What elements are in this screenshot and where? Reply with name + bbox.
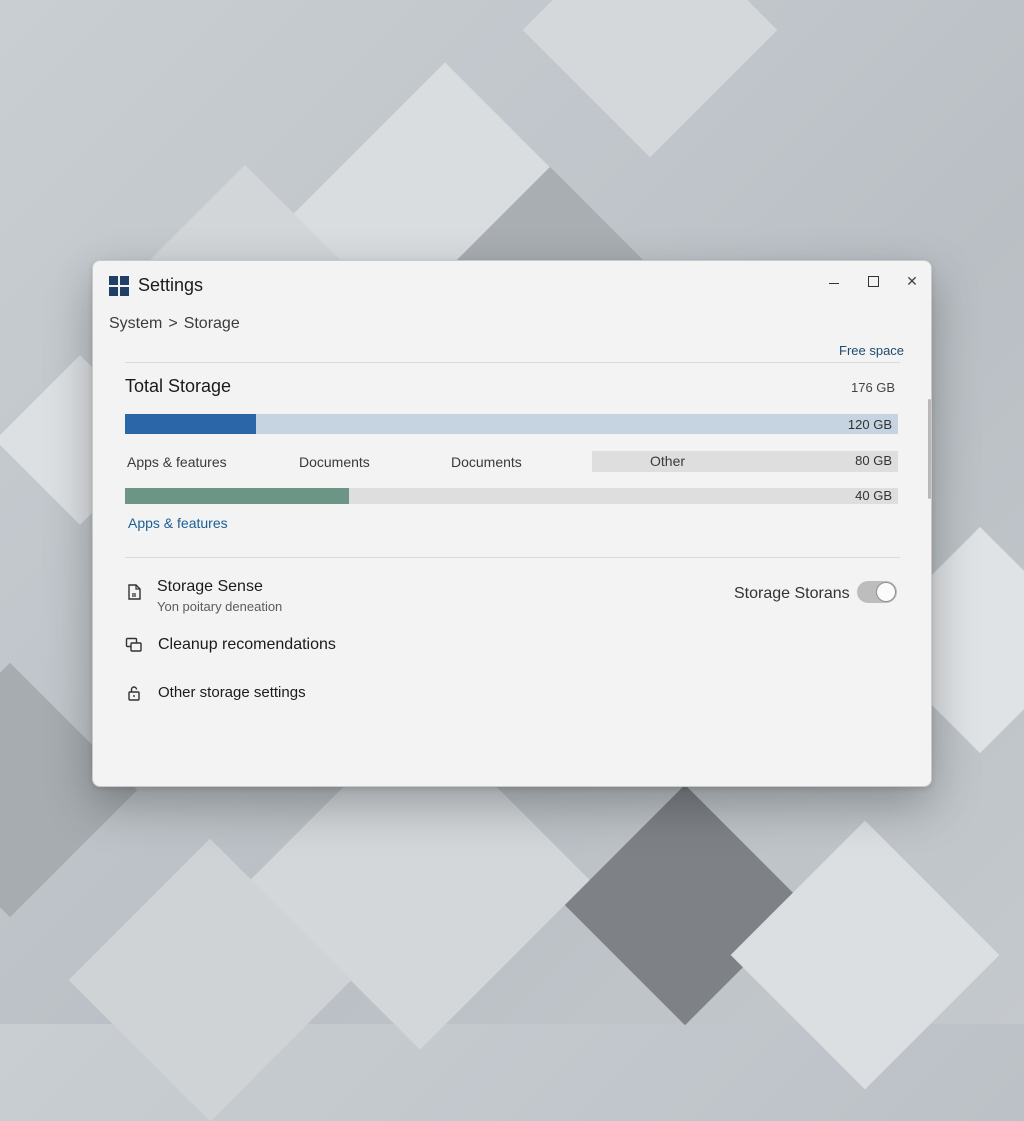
storage-usage-label: 120 GB	[847, 417, 892, 432]
toggle-knob	[877, 583, 895, 601]
background-shape	[730, 820, 1000, 1090]
cleanup-recommendations-link[interactable]: Cleanup recomendations	[158, 636, 336, 654]
storage-usage-bar: 120 GB	[125, 414, 898, 434]
background-shape	[522, 0, 778, 158]
scrollbar[interactable]	[928, 399, 931, 499]
maximize-icon	[867, 275, 879, 287]
secondary-usage-bar: 40 GB	[125, 488, 898, 504]
close-icon: ✕	[906, 272, 918, 289]
breadcrumb-system[interactable]: System	[109, 315, 162, 332]
other-storage-settings-link[interactable]: Other storage settings	[158, 684, 306, 701]
storage-sense-subtitle: Yon poitary deneation	[157, 599, 283, 614]
total-storage-title: Total Storage	[125, 376, 232, 396]
category-other-value: 80 GB	[855, 453, 892, 468]
divider	[125, 362, 900, 363]
minimize-button[interactable]	[817, 267, 851, 295]
document-icon	[128, 584, 141, 600]
free-space-label: Free space	[839, 343, 905, 358]
copy-icon	[125, 637, 142, 652]
close-button[interactable]: ✕	[895, 267, 929, 295]
storage-sense-title[interactable]: Storage Sense	[157, 578, 263, 596]
settings-window: Settings ✕ System > Storage Free space Tot…	[92, 260, 932, 787]
storage-sense-toggle-label: Storage Storans	[734, 585, 850, 602]
category-documents-2: Documents	[451, 454, 522, 470]
total-storage-value: 176 GB	[851, 380, 896, 395]
breadcrumb-separator: >	[168, 315, 178, 332]
category-apps: Apps & features	[127, 454, 227, 470]
window-title: Settings	[138, 275, 204, 295]
secondary-usage-label: 40 GB	[855, 488, 892, 503]
title-bar[interactable]: Settings ✕	[93, 261, 931, 309]
apps-features-link[interactable]: Apps & features	[128, 515, 228, 531]
breadcrumb: System > Storage	[109, 315, 240, 333]
storage-sense-toggle[interactable]	[857, 581, 897, 603]
lock-icon	[128, 686, 140, 701]
maximize-button[interactable]	[856, 267, 890, 295]
category-other: Other 80 GB	[592, 451, 898, 472]
windows-logo-icon	[109, 276, 129, 296]
category-documents: Documents	[299, 454, 370, 470]
breadcrumb-storage: Storage	[183, 315, 240, 332]
storage-usage-fill	[125, 414, 257, 434]
category-other-label: Other	[650, 453, 686, 469]
secondary-usage-fill	[125, 488, 350, 504]
divider	[125, 557, 900, 558]
minimize-icon	[829, 282, 839, 284]
